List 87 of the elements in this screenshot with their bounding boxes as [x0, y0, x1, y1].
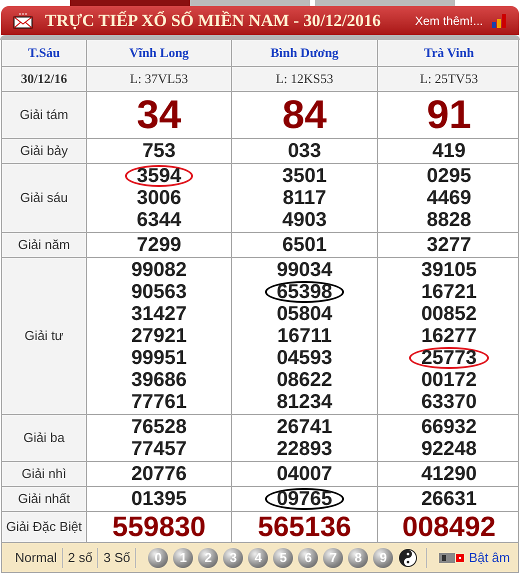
- prize-number: 77457: [130, 438, 188, 460]
- prize-number: 63370: [420, 391, 478, 413]
- prize-number: 6501: [281, 234, 328, 256]
- prize-number: 09765: [264, 488, 344, 510]
- prize-number: 66932: [420, 416, 478, 438]
- prize-number: 01395: [130, 488, 188, 510]
- prize-number: 27921: [130, 325, 188, 347]
- prize-number: 39105: [420, 259, 478, 281]
- prize-label: Giải ba: [23, 429, 65, 448]
- ticket-code: L: 37VL53: [130, 70, 188, 88]
- prize-number: 31427: [130, 303, 188, 325]
- prize-number: 6344: [136, 209, 182, 231]
- prize-number: 16711: [276, 325, 333, 347]
- see-more-link[interactable]: Xem thêm!...: [414, 12, 483, 30]
- prize-number: 033: [286, 140, 322, 162]
- prize-number: 20776: [130, 463, 188, 485]
- prize-number: 753: [141, 140, 177, 162]
- mode-button[interactable]: 3 Số: [98, 548, 136, 568]
- digit-ball-button[interactable]: 4: [248, 548, 268, 568]
- prize-number: 65398: [264, 281, 344, 303]
- digit-ball-button[interactable]: 3: [223, 548, 244, 568]
- prize-label: Giải Đặc Biệt: [6, 518, 82, 536]
- digit-ball-button[interactable]: 2: [198, 548, 218, 568]
- prize-label: Giải nhất: [18, 490, 70, 508]
- digit-ball-button[interactable]: 5: [273, 548, 294, 568]
- column-header: Trà Vinh: [424, 44, 474, 62]
- prize-number: 008492: [401, 513, 497, 541]
- prize-number: 565136: [256, 513, 352, 541]
- prize-number: 22893: [276, 438, 334, 460]
- digit-ball-button[interactable]: 6: [298, 548, 318, 568]
- prize-number: 3006: [136, 187, 182, 209]
- window-title: TRỰC TIẾP XỔ SỐ MIỀN NAM - 30/12/2016: [45, 10, 381, 32]
- ticket-code: L: 12KS53: [276, 70, 334, 88]
- column-header: Vĩnh Long: [129, 44, 189, 62]
- mode-button[interactable]: Normal: [10, 548, 63, 568]
- prize-label: Giải nhì: [22, 465, 66, 484]
- prize-number: 84: [281, 93, 328, 137]
- prize-number: 99034: [276, 259, 334, 281]
- draw-date: 30/12/16: [20, 70, 68, 88]
- prize-number: 3501: [281, 165, 328, 187]
- prize-number: 91: [426, 93, 472, 137]
- prize-label: Giải bảy: [20, 142, 68, 160]
- digit-ball-button[interactable]: 7: [323, 548, 344, 568]
- prize-number: 16277: [420, 325, 478, 347]
- prize-number: 92248: [420, 438, 478, 460]
- prize-number: 25773: [409, 347, 489, 369]
- prize-number: 26741: [276, 416, 334, 438]
- prize-number: 76528: [130, 416, 188, 438]
- prize-number: 39686: [130, 369, 188, 391]
- prize-number: 04593: [276, 347, 334, 369]
- digit-ball-button[interactable]: 1: [173, 548, 194, 568]
- prize-number: 41290: [420, 463, 478, 485]
- prize-number: 559830: [111, 513, 207, 541]
- prize-number: 08622: [276, 369, 334, 391]
- prize-number: 0295: [426, 165, 472, 187]
- prize-number: 00852: [420, 303, 478, 325]
- digit-ball-button[interactable]: 9: [373, 548, 394, 568]
- prize-number: 90563: [130, 281, 188, 303]
- prize-number: 26631: [420, 488, 478, 510]
- ticket-code: L: 25TV53: [420, 70, 478, 88]
- prize-number: 3277: [426, 234, 472, 256]
- mode-button[interactable]: 2 số: [62, 548, 98, 568]
- prize-label: Giải sáu: [20, 189, 68, 208]
- prize-number: 4903: [281, 209, 328, 231]
- prize-number: 00172: [420, 369, 478, 391]
- prize-number: 16721: [420, 281, 478, 303]
- prize-label: Giải năm: [18, 236, 70, 254]
- prize-label: Giải tám: [20, 106, 68, 124]
- digit-ball-button[interactable]: 0: [148, 548, 168, 568]
- prize-number: 3594: [124, 165, 194, 187]
- prize-number: 81234: [276, 391, 334, 413]
- digit-ball-button[interactable]: 8: [348, 548, 368, 568]
- prize-number: 05804: [276, 303, 334, 325]
- column-header: Bình Dương: [270, 44, 339, 62]
- prize-number: 77761: [130, 391, 188, 413]
- prize-number: 8828: [426, 209, 472, 231]
- prize-number: 7299: [136, 234, 182, 256]
- prize-number: 04007: [276, 463, 334, 485]
- sound-on-link[interactable]: Bật âm: [468, 548, 510, 568]
- prize-label: Giải tư: [24, 327, 64, 346]
- prize-number: 419: [431, 140, 467, 162]
- prize-number: 99082: [130, 259, 188, 281]
- prize-number: 99951: [130, 347, 188, 369]
- prize-number: 8117: [282, 187, 328, 209]
- prize-number: 34: [136, 93, 182, 137]
- prize-number: 4469: [426, 187, 472, 209]
- weekday-header: T.Sáu: [28, 44, 60, 62]
